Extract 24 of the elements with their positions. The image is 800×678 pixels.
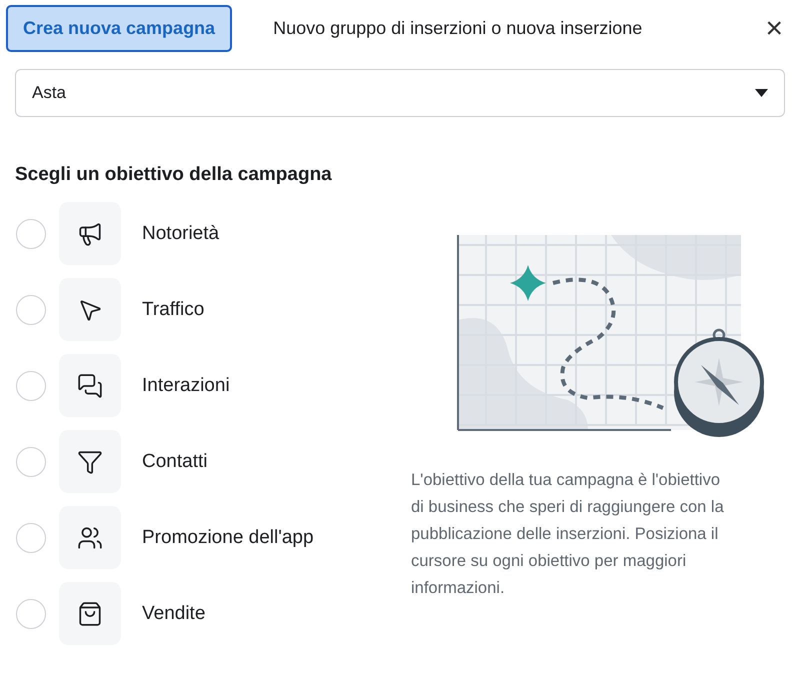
tab[interactable]: Crea nuova campagna — [6, 5, 232, 52]
objective-label[interactable]: Promozione dell'app — [142, 526, 314, 548]
description-text: L'obiettivo della tua campagna è l'obiettivo di business che speri di raggiungere con la pubblicazione delle inserzioni. Posiziona il cursore su ogni obiettivo per maggiori informazioni. — [411, 470, 725, 599]
radio-button[interactable] — [16, 294, 46, 324]
objective-label[interactable]: Traffico — [142, 298, 204, 320]
people-icon — [77, 524, 103, 550]
objective-label[interactable]: Vendite — [142, 602, 206, 624]
funnel-icon — [77, 448, 103, 474]
objective-label[interactable]: Interazioni — [142, 374, 230, 396]
section-heading: Scegli un obiettivo della campagna — [15, 164, 333, 186]
radio-button[interactable] — [16, 370, 46, 400]
close-button[interactable]: × — [763, 12, 785, 46]
radio-button[interactable] — [16, 218, 46, 248]
radio-button[interactable] — [16, 598, 46, 628]
dropdown-field[interactable]: Asta — [15, 69, 785, 117]
tab[interactable]: Nuovo gruppo di inserzioni o nuova inserzione — [256, 5, 660, 52]
shopping-bag-icon — [77, 600, 103, 626]
chat-bubbles-icon — [77, 372, 103, 398]
caret-icon — [755, 89, 768, 97]
objective-label[interactable]: Contatti — [142, 450, 208, 472]
megaphone-icon — [77, 220, 103, 246]
radio-button[interactable] — [16, 446, 46, 476]
radio-button[interactable] — [16, 522, 46, 552]
objective-label[interactable]: Notorietà — [142, 222, 220, 244]
